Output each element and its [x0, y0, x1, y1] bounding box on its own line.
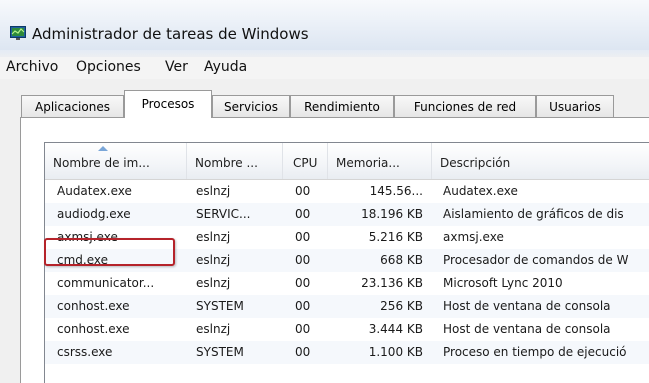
column-header-label: Nombre de im...	[53, 156, 150, 170]
process-user: eslnzj	[196, 230, 231, 244]
task-manager-icon	[10, 26, 26, 40]
menu-ayuda[interactable]: Ayuda	[204, 59, 247, 75]
process-memory: 668 KB	[380, 253, 423, 267]
menu-bar: Archivo Opciones Ver Ayuda	[0, 57, 649, 80]
table-row[interactable]: audiodg.exe SERVIC... 00 18.196 KB Aisla…	[45, 203, 649, 226]
process-description: Microsoft Lync 2010	[443, 276, 563, 290]
process-cpu: 00	[295, 345, 311, 359]
process-cpu: 00	[295, 299, 311, 313]
process-user: eslnzj	[196, 253, 231, 267]
column-header-user-name[interactable]: Nombre ...	[187, 143, 283, 179]
highlight-box	[44, 238, 175, 266]
process-user: eslnzj	[196, 322, 231, 336]
menu-opciones[interactable]: Opciones	[76, 59, 141, 75]
table-row[interactable]: conhost.exe SYSTEM 00 256 KB Host de ven…	[45, 295, 649, 318]
process-description: Host de ventana de consola	[443, 299, 611, 313]
process-description: Host de ventana de consola	[443, 322, 611, 336]
process-description: axmsj.exe	[443, 230, 504, 244]
tab-aplicaciones[interactable]: Aplicaciones	[21, 95, 124, 117]
table-row[interactable]: communicator... eslnzj 00 23.136 KB Micr…	[45, 272, 649, 295]
title-bar: Administrador de tareas de Windows	[0, 0, 649, 50]
column-header-image-name[interactable]: Nombre de im...	[45, 143, 187, 179]
process-name: communicator...	[57, 276, 155, 290]
process-name: Audatex.exe	[57, 184, 132, 198]
process-memory: 5.216 KB	[368, 230, 423, 244]
process-user: eslnzj	[196, 276, 231, 290]
tab-usuarios[interactable]: Usuarios	[536, 95, 614, 117]
task-manager-window: Administrador de tareas de Windows Archi…	[0, 0, 649, 383]
process-cpu: 00	[295, 276, 311, 290]
column-header-description[interactable]: Descripción	[432, 143, 649, 179]
column-header-cpu[interactable]: CPU	[283, 143, 328, 179]
process-memory: 1.100 KB	[368, 345, 423, 359]
process-cpu: 00	[295, 184, 311, 198]
process-description: Aislamiento de gráficos de dis	[443, 207, 624, 221]
process-memory: 145.56...	[369, 184, 423, 198]
process-name: conhost.exe	[57, 322, 130, 336]
column-header-memory[interactable]: Memoria...	[328, 143, 432, 179]
process-user: SYSTEM	[196, 299, 244, 313]
process-cpu: 00	[295, 230, 311, 244]
process-user: SYSTEM	[196, 345, 244, 359]
column-header-row: Nombre de im... Nombre ... CPU Memoria..…	[45, 143, 649, 180]
process-name: csrss.exe	[57, 345, 113, 359]
process-description: Proceso en tiempo de ejecució	[443, 345, 627, 359]
process-name: conhost.exe	[57, 299, 130, 313]
process-memory: 18.196 KB	[361, 207, 423, 221]
process-memory: 256 KB	[380, 299, 423, 313]
table-row[interactable]: csrss.exe SYSTEM 00 1.100 KB Proceso en …	[45, 341, 649, 364]
process-user: SERVIC...	[196, 207, 251, 221]
table-row[interactable]: Audatex.exe eslnzj 00 145.56... Audatex.…	[45, 180, 649, 203]
window-title: Administrador de tareas de Windows	[32, 25, 309, 43]
process-user: eslnzj	[196, 184, 231, 198]
process-cpu: 00	[295, 322, 311, 336]
process-name: audiodg.exe	[57, 207, 131, 221]
process-cpu: 00	[295, 253, 311, 267]
tab-funciones-de-red[interactable]: Funciones de red	[394, 95, 536, 117]
tab-rendimiento[interactable]: Rendimiento	[290, 95, 394, 117]
table-row[interactable]: conhost.exe eslnzj 00 3.444 KB Host de v…	[45, 318, 649, 341]
tab-procesos[interactable]: Procesos	[124, 90, 212, 118]
process-memory: 3.444 KB	[368, 322, 423, 336]
process-memory: 23.136 KB	[361, 276, 423, 290]
sort-ascending-icon	[98, 146, 108, 151]
menu-archivo[interactable]: Archivo	[6, 59, 58, 75]
process-cpu: 00	[295, 207, 311, 221]
process-description: Audatex.exe	[443, 184, 518, 198]
menu-ver[interactable]: Ver	[165, 59, 188, 75]
tab-servicios[interactable]: Servicios	[212, 95, 290, 117]
process-description: Procesador de comandos de W	[443, 253, 629, 267]
